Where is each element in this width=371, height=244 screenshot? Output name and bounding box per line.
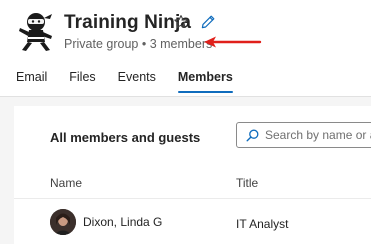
- app-frame: Training Ninja Private group • 3 members…: [0, 0, 371, 244]
- group-tabs: Email Files Events Members: [16, 70, 255, 93]
- pencil-icon[interactable]: [200, 14, 216, 30]
- group-header: Training Ninja Private group • 3 members…: [0, 0, 371, 97]
- group-subtitle: Private group • 3 members: [64, 37, 212, 51]
- column-header-name[interactable]: Name: [50, 176, 82, 190]
- table-row[interactable]: Dixon, Linda G IT Analyst: [14, 199, 371, 244]
- group-title: Training Ninja: [64, 12, 192, 33]
- member-name[interactable]: Dixon, Linda G: [83, 215, 162, 229]
- tab-files[interactable]: Files: [69, 70, 95, 93]
- member-search-box[interactable]: [236, 122, 371, 148]
- member-title: IT Analyst: [236, 217, 289, 231]
- subtitle-separator: •: [141, 37, 147, 51]
- tab-events[interactable]: Events: [118, 70, 156, 93]
- tab-email[interactable]: Email: [16, 70, 47, 93]
- tab-members[interactable]: Members: [177, 70, 233, 93]
- members-panel: All members and guests Name Title Dixon,…: [14, 106, 371, 244]
- members-section-title: All members and guests: [50, 130, 201, 145]
- ninja-logo-icon: [19, 13, 52, 51]
- group-visibility: Private group: [64, 37, 139, 51]
- column-header-title[interactable]: Title: [236, 176, 258, 190]
- star-icon[interactable]: [173, 14, 189, 30]
- search-icon: [246, 129, 259, 142]
- red-arrow-icon: [204, 36, 262, 48]
- avatar: [50, 209, 76, 235]
- search-input[interactable]: [265, 126, 371, 144]
